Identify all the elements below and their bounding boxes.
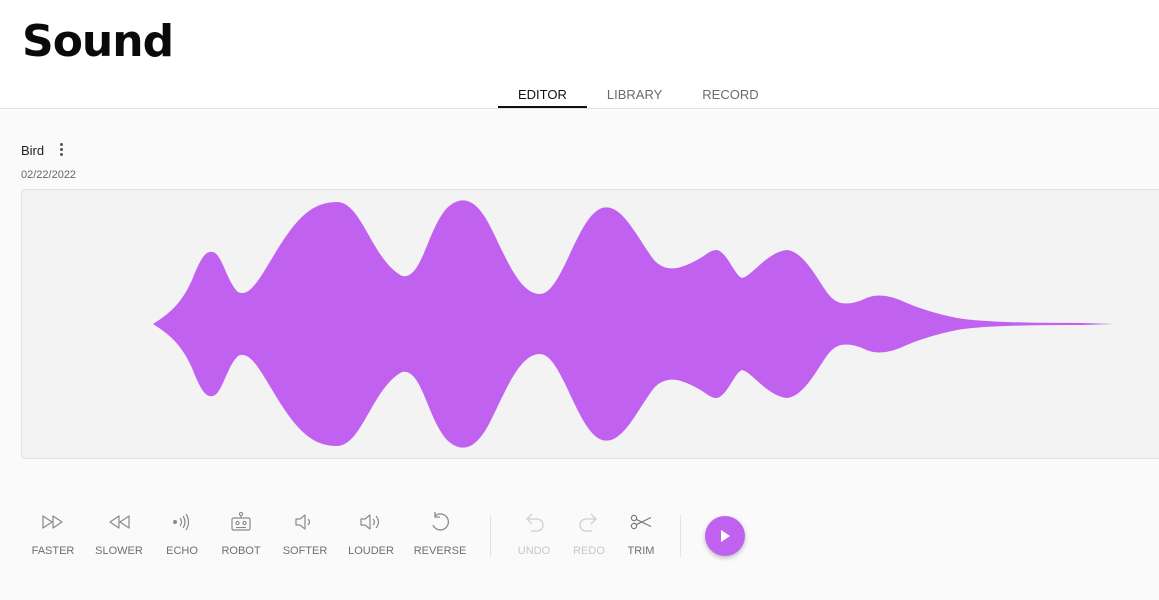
tab-editor[interactable]: EDITOR — [498, 80, 587, 108]
echo-button[interactable]: ECHO — [162, 505, 202, 565]
louder-button[interactable]: LOUDER — [346, 505, 396, 565]
waveform — [153, 200, 1114, 448]
undo-icon — [521, 509, 547, 535]
redo-button[interactable]: REDO — [570, 505, 608, 565]
play-button[interactable] — [705, 516, 745, 556]
toolbar-divider — [680, 515, 681, 557]
softer-button[interactable]: SOFTER — [281, 505, 329, 565]
reverse-icon — [427, 509, 453, 535]
fast-forward-icon — [40, 509, 66, 535]
redo-label: REDO — [573, 545, 605, 557]
effects-toolbar: FASTER SLOWER ECHO ROBOT SOFTER LOUDER R… — [0, 505, 1159, 575]
tab-bar: EDITOR LIBRARY RECORD — [498, 80, 779, 109]
more-options-icon[interactable] — [55, 141, 67, 159]
robot-icon — [228, 509, 254, 535]
slower-label: SLOWER — [95, 545, 143, 557]
app-title: Sound — [22, 16, 174, 67]
tab-record[interactable]: RECORD — [682, 80, 778, 108]
robot-button[interactable]: ROBOT — [218, 505, 264, 565]
reverse-label: REVERSE — [413, 545, 467, 557]
faster-label: FASTER — [31, 545, 75, 557]
play-icon — [721, 530, 730, 542]
sound-name[interactable]: Bird — [21, 143, 44, 158]
volume-low-icon — [292, 509, 318, 535]
volume-high-icon — [358, 509, 384, 535]
robot-label: ROBOT — [221, 545, 261, 557]
echo-icon — [169, 509, 195, 535]
louder-label: LOUDER — [348, 545, 394, 557]
redo-icon — [576, 509, 602, 535]
toolbar-divider — [490, 515, 491, 557]
softer-label: SOFTER — [282, 545, 328, 557]
waveform-panel[interactable] — [21, 189, 1159, 459]
undo-button[interactable]: UNDO — [514, 505, 554, 565]
scissors-icon — [628, 509, 654, 535]
rewind-icon — [106, 509, 132, 535]
reverse-button[interactable]: REVERSE — [412, 505, 468, 565]
trim-button[interactable]: TRIM — [623, 505, 659, 565]
sound-date: 02/22/2022 — [21, 169, 77, 181]
tab-library[interactable]: LIBRARY — [587, 80, 682, 108]
echo-label: ECHO — [166, 545, 198, 557]
header: Sound EDITOR LIBRARY RECORD — [0, 0, 1159, 109]
undo-label: UNDO — [517, 545, 551, 557]
trim-label: TRIM — [627, 545, 655, 557]
slower-button[interactable]: SLOWER — [93, 505, 145, 565]
faster-button[interactable]: FASTER — [29, 505, 77, 565]
